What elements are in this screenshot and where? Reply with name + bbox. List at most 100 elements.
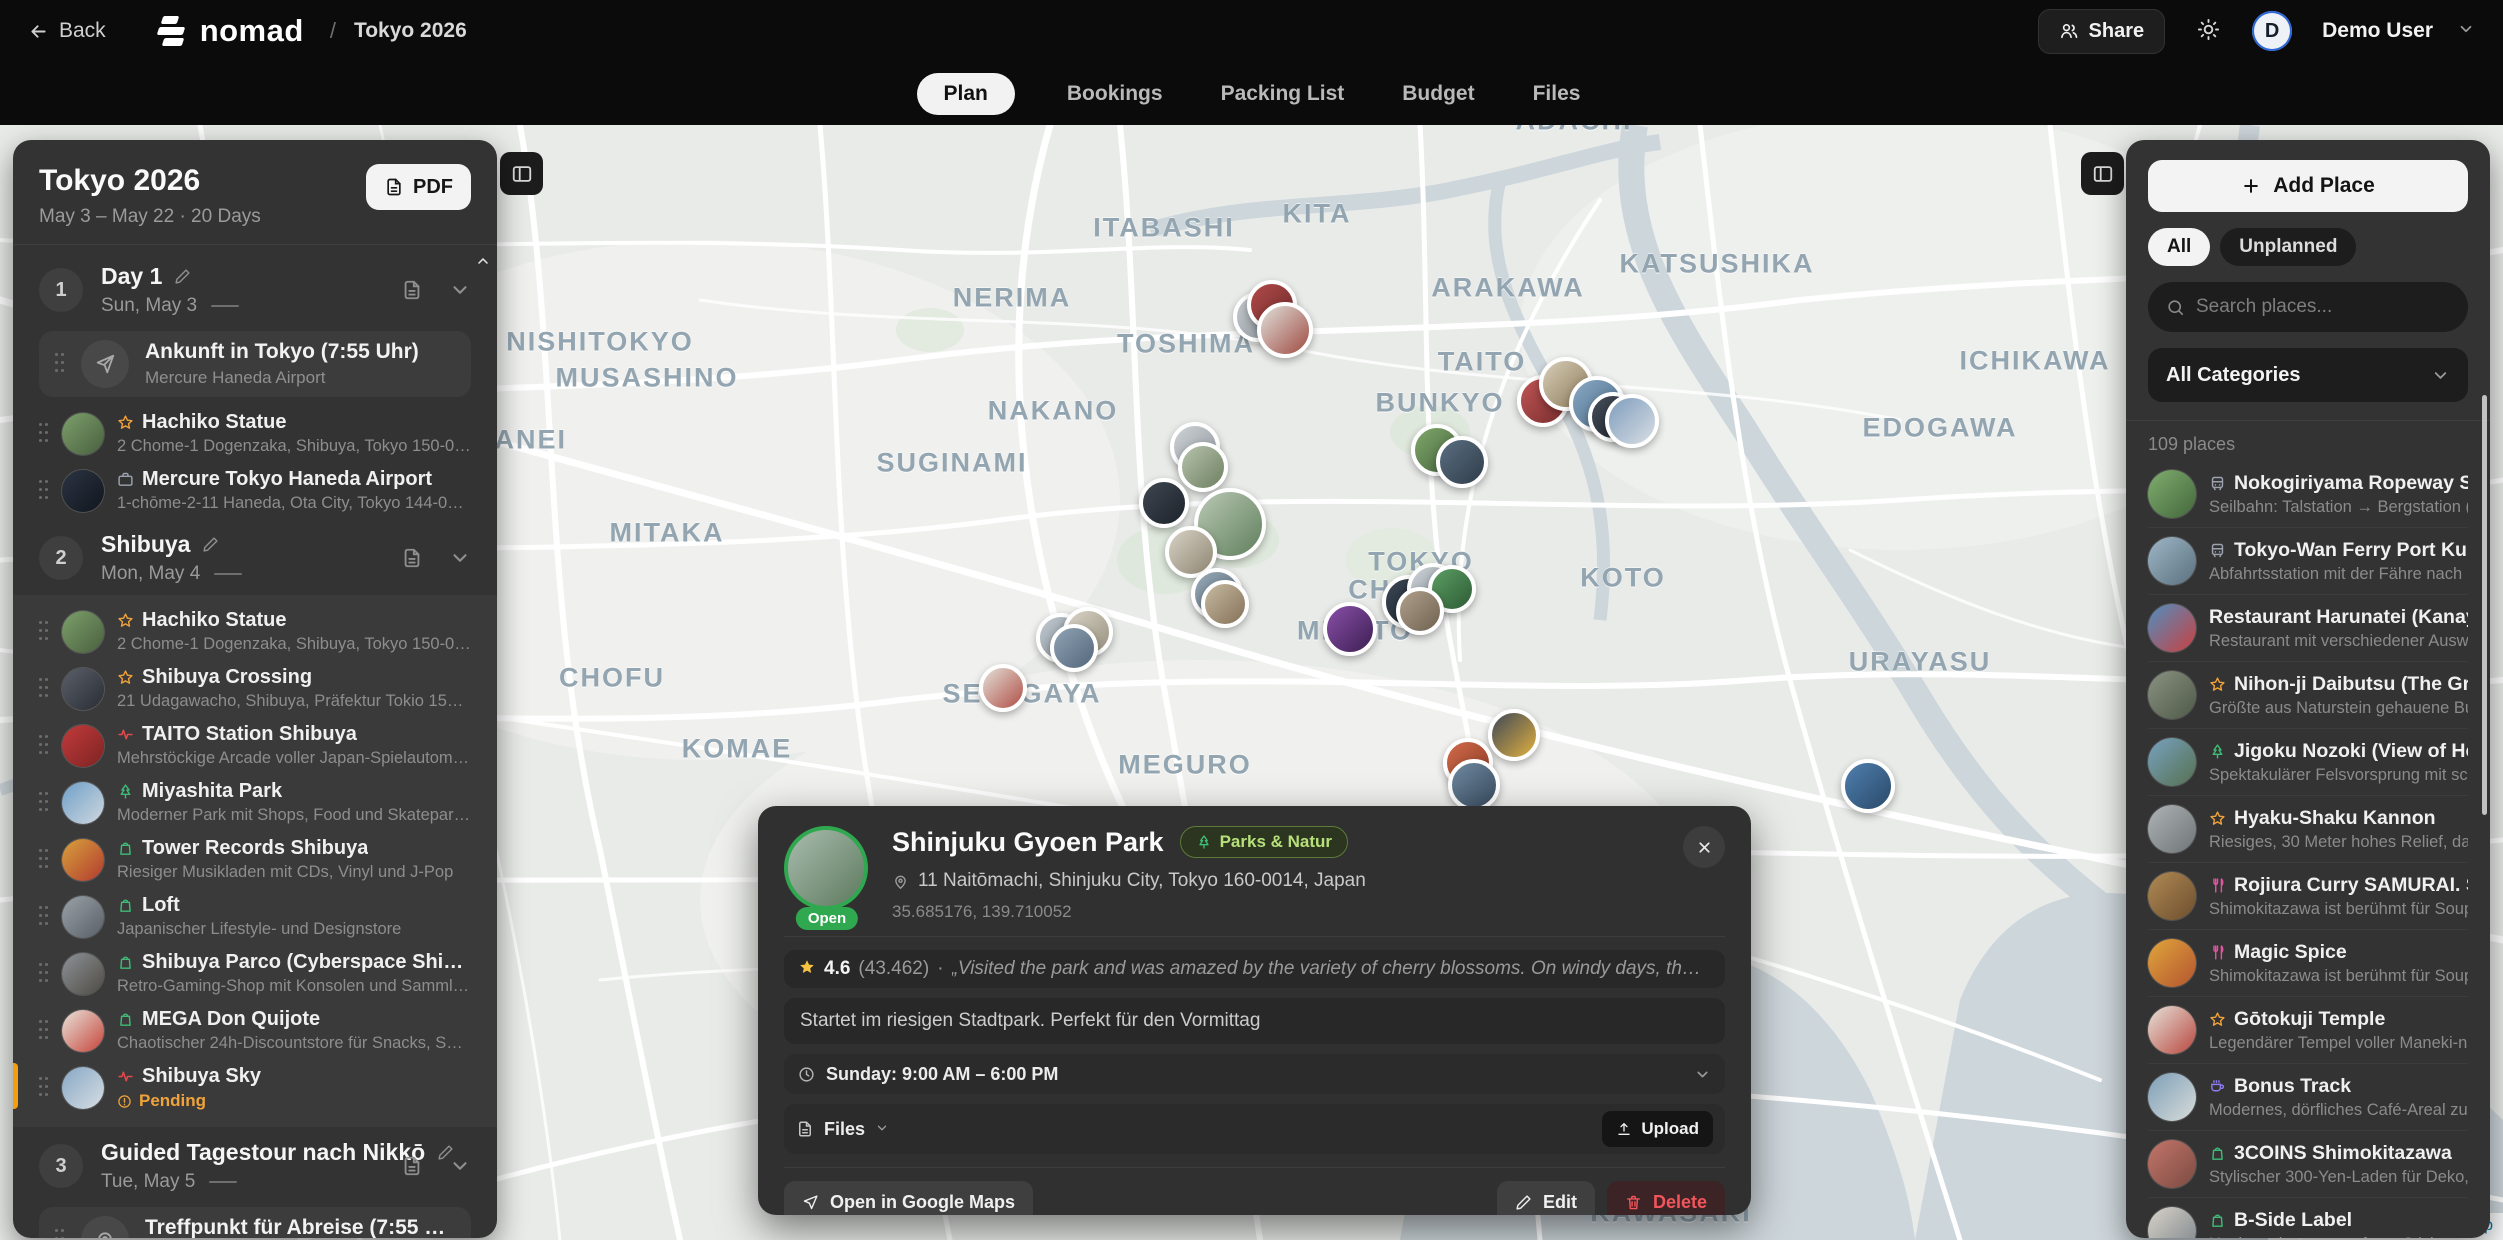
itinerary-place-item[interactable]: Shibuya Parco (Cyberspace Shibuya)Retro-… xyxy=(39,945,471,1002)
drag-handle[interactable] xyxy=(55,1229,65,1238)
map-marker[interactable] xyxy=(1436,436,1488,488)
places-scrollbar[interactable] xyxy=(2482,395,2487,815)
drag-handle[interactable] xyxy=(39,735,49,757)
map-area-label: KOTO xyxy=(1580,563,1666,594)
edit-button[interactable]: Edit xyxy=(1497,1181,1595,1215)
place-title: Bonus Track xyxy=(2234,1075,2351,1098)
map-area-label: KOMAE xyxy=(682,734,793,765)
filter-all[interactable]: All xyxy=(2148,228,2210,266)
search-places-box[interactable] xyxy=(2148,282,2468,332)
place-list-item[interactable]: 3COINS ShimokitazawaStylischer 300-Yen-L… xyxy=(2148,1130,2468,1197)
itinerary-place-item[interactable]: Mercure Tokyo Haneda Airport1-chōme-2-11… xyxy=(39,462,471,519)
tab-packing-list[interactable]: Packing List xyxy=(1215,73,1351,115)
map-marker[interactable] xyxy=(1201,580,1249,628)
map-marker[interactable] xyxy=(1323,602,1377,656)
itinerary-place-item[interactable]: Tower Records ShibuyaRiesiger Musikladen… xyxy=(39,831,471,888)
itinerary-place-item[interactable]: Shibuya SkyPending xyxy=(39,1059,471,1117)
search-places-input[interactable] xyxy=(2196,296,2450,318)
drag-handle[interactable] xyxy=(39,1077,49,1099)
tab-plan[interactable]: Plan xyxy=(917,73,1015,115)
add-place-button[interactable]: Add Place xyxy=(2148,160,2468,212)
app-logo[interactable]: nomad xyxy=(156,13,304,49)
drag-handle[interactable] xyxy=(39,423,49,445)
map-marker[interactable] xyxy=(1605,394,1659,448)
tab-bookings[interactable]: Bookings xyxy=(1061,73,1169,115)
itinerary-place-item[interactable]: Shibuya Crossing21 Udagawacho, Shibuya, … xyxy=(39,660,471,717)
place-list-item[interactable]: Bonus TrackModernes, dörfliches Café-Are… xyxy=(2148,1063,2468,1130)
back-button[interactable]: Back xyxy=(28,19,106,43)
place-list-item[interactable]: Hyaku-Shaku KannonRiesiges, 30 Meter hoh… xyxy=(2148,795,2468,862)
drag-handle[interactable] xyxy=(39,1020,49,1042)
place-list-item[interactable]: Nihon-ji Daibutsu (The Great ...Größte a… xyxy=(2148,661,2468,728)
itinerary-event-card[interactable]: Treffpunkt für Abreise (7:55 Uhr)Bus Ter… xyxy=(39,1207,471,1238)
place-list-item[interactable]: Rojiura Curry SAMURAI. Shim...Shimokitaz… xyxy=(2148,862,2468,929)
share-button[interactable]: Share xyxy=(2038,9,2166,54)
drag-handle[interactable] xyxy=(39,678,49,700)
open-maps-label: Open in Google Maps xyxy=(830,1192,1015,1213)
place-list-item[interactable]: Gōtokuji TempleLegendärer Tempel voller … xyxy=(2148,996,2468,1063)
place-list-item[interactable]: Jigoku Nozoki (View of Hell)Spektakuläre… xyxy=(2148,728,2468,795)
map-marker[interactable] xyxy=(1448,759,1500,811)
drag-handle[interactable] xyxy=(39,906,49,928)
place-list-item[interactable]: Restaurant Harunatei (Kanaya Po...Restau… xyxy=(2148,594,2468,661)
breadcrumb-trip-title[interactable]: Tokyo 2026 xyxy=(354,19,467,43)
pdf-label: PDF xyxy=(413,176,453,199)
drag-handle[interactable] xyxy=(39,963,49,985)
places-list[interactable]: Nokogiriyama Ropeway Sum...Seilbahn: Tal… xyxy=(2148,461,2468,1238)
left-panel-toggle[interactable] xyxy=(500,152,543,195)
filter-unplanned[interactable]: Unplanned xyxy=(2220,228,2356,266)
drag-handle[interactable] xyxy=(39,621,49,643)
map-marker[interactable] xyxy=(1257,302,1313,358)
place-subtitle: 2 Chome-1 Dogenzaka, Shibuya, Tokyo 150-… xyxy=(117,437,471,456)
map-marker[interactable] xyxy=(1050,624,1098,672)
place-list-item[interactable]: Nokogiriyama Ropeway Sum...Seilbahn: Tal… xyxy=(2148,461,2468,527)
scroll-up-indicator[interactable] xyxy=(475,253,491,274)
delete-button[interactable]: Delete xyxy=(1607,1181,1725,1215)
upload-button[interactable]: Upload xyxy=(1602,1111,1713,1147)
drag-handle[interactable] xyxy=(39,480,49,502)
itinerary-event-card[interactable]: Ankunft in Tokyo (7:55 Uhr)Mercure Haned… xyxy=(39,331,471,397)
itinerary-place-item[interactable]: MEGA Don QuijoteChaotischer 24h-Discount… xyxy=(39,1002,471,1059)
map-marker[interactable] xyxy=(1178,442,1228,492)
open-google-maps-button[interactable]: Open in Google Maps xyxy=(784,1181,1033,1215)
user-menu-chevron[interactable] xyxy=(2457,20,2475,43)
pdf-export-button[interactable]: PDF xyxy=(366,164,471,210)
itinerary-place-item[interactable]: TAITO Station ShibuyaMehrstöckige Arcade… xyxy=(39,717,471,774)
theme-toggle-button[interactable] xyxy=(2197,18,2220,44)
map-marker[interactable] xyxy=(1396,587,1444,635)
map-marker[interactable] xyxy=(979,664,1027,712)
map-marker[interactable] xyxy=(1488,709,1540,761)
rating-bar[interactable]: 4.6 (43.462) · „Visited the park and was… xyxy=(784,950,1725,988)
files-section[interactable]: Files Upload xyxy=(784,1104,1725,1154)
opening-hours-row[interactable]: Sunday: 9:00 AM – 6:00 PM xyxy=(784,1054,1725,1094)
place-photo[interactable]: Open xyxy=(784,826,870,922)
drag-handle[interactable] xyxy=(39,792,49,814)
user-name[interactable]: Demo User xyxy=(2322,19,2433,43)
place-list-item[interactable]: Magic SpiceShimokitazawa ist berühmt für… xyxy=(2148,929,2468,996)
place-list-item[interactable]: Tokyo-Wan Ferry Port Kuriha...Abfahrtsst… xyxy=(2148,527,2468,594)
drag-handle[interactable] xyxy=(39,849,49,871)
map-marker[interactable] xyxy=(1139,478,1189,528)
itinerary-place-item[interactable]: Miyashita ParkModerner Park mit Shops, F… xyxy=(39,774,471,831)
right-panel-toggle[interactable] xyxy=(2081,152,2124,195)
day-header[interactable]: 2ShibuyaMon, May 4 xyxy=(39,519,471,595)
itinerary-place-item[interactable]: LoftJapanischer Lifestyle- und Designsto… xyxy=(39,888,471,945)
itinerary-list[interactable]: 1Day 1Sun, May 3Ankunft in Tokyo (7:55 U… xyxy=(13,245,497,1238)
tab-budget[interactable]: Budget xyxy=(1396,73,1480,115)
close-button[interactable] xyxy=(1683,826,1725,868)
map-marker[interactable] xyxy=(1841,759,1895,813)
day-header[interactable]: 1Day 1Sun, May 3 xyxy=(39,251,471,327)
itinerary-place-item[interactable]: Hachiko Statue2 Chome-1 Dogenzaka, Shibu… xyxy=(39,603,471,660)
itinerary-place-item[interactable]: Hachiko Statue2 Chome-1 Dogenzaka, Shibu… xyxy=(39,405,471,462)
avatar[interactable]: D xyxy=(2252,11,2292,51)
place-subtitle: 21 Udagawacho, Shibuya, Präfektur Tokio … xyxy=(117,692,471,711)
category-dropdown[interactable]: All Categories xyxy=(2148,348,2468,402)
place-thumbnail xyxy=(2148,1073,2196,1121)
files-chevron[interactable] xyxy=(875,1119,889,1140)
map-area-label: ARAKAWA xyxy=(1431,273,1585,304)
drag-handle[interactable] xyxy=(55,353,65,375)
day-header[interactable]: 3Guided Tagestour nach NikkōTue, May 5 xyxy=(39,1127,471,1203)
tab-files[interactable]: Files xyxy=(1527,73,1587,115)
note-field[interactable]: Startet im riesigen Stadtpark. Perfekt f… xyxy=(784,998,1725,1044)
place-list-item[interactable]: B-Side LabelHochwertige, wasserfeste Sti… xyxy=(2148,1197,2468,1238)
